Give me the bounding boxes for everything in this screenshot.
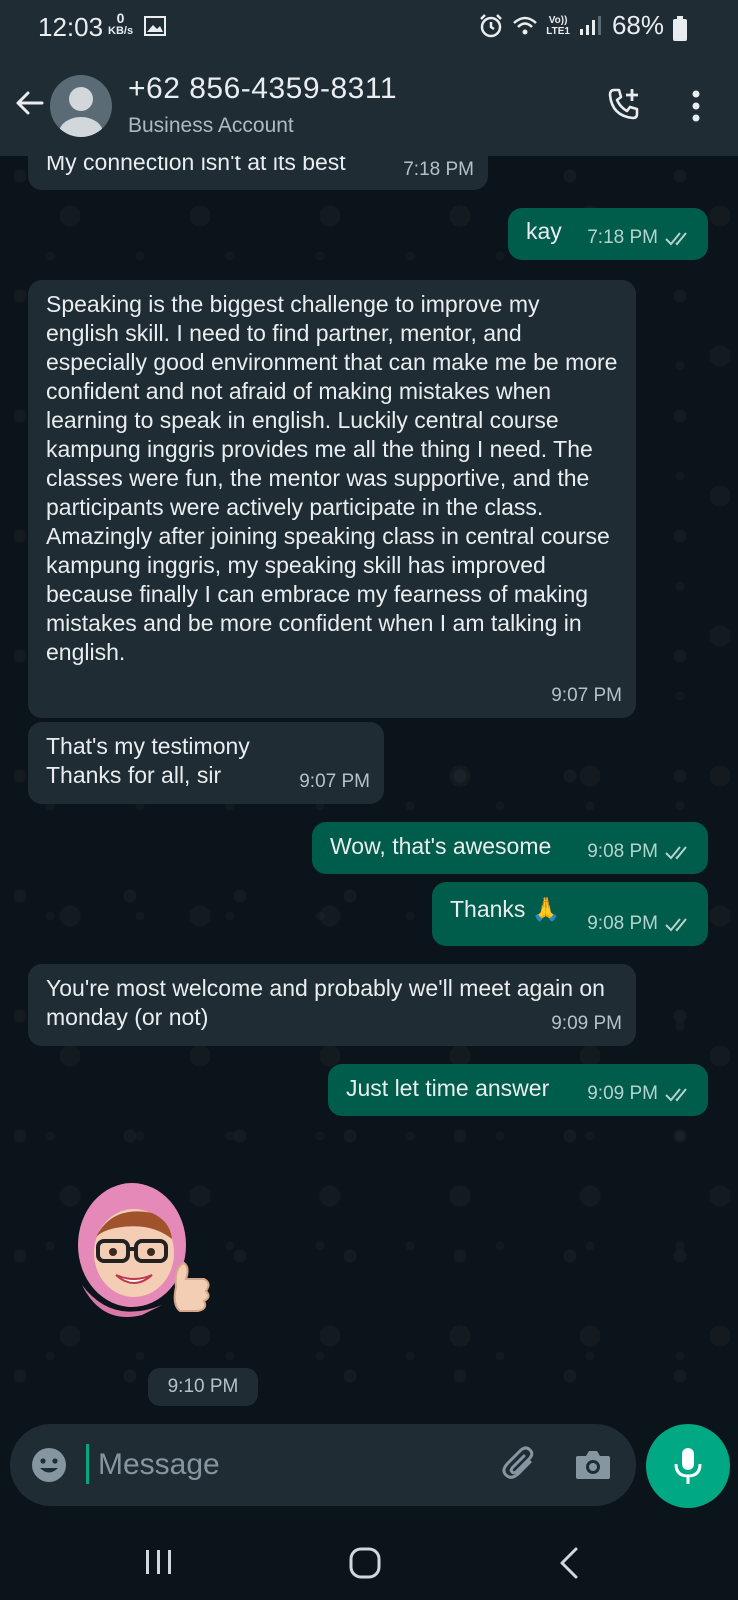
message-meta: 9:09 PM <box>587 1079 694 1108</box>
message-text: Wow, that's awesome <box>330 833 552 859</box>
message-composer <box>10 1424 636 1506</box>
battery-icon <box>673 16 687 41</box>
sticker-time: 9:10 PM <box>148 1368 258 1406</box>
add-call-icon[interactable] <box>606 86 642 122</box>
message-incoming[interactable]: That's my testimony Thanks for all, sir … <box>28 722 384 804</box>
message-text: You're most welcome and probably we'll m… <box>46 975 605 1030</box>
attach-icon[interactable] <box>500 1444 540 1484</box>
alarm-icon <box>480 13 503 37</box>
mic-button[interactable] <box>646 1424 730 1508</box>
status-bar: 12:03 0 KB/s Vo)) LTE1 68% <box>0 0 738 56</box>
system-navigation-bar <box>0 1516 738 1600</box>
net-speed-value: 0 <box>116 10 125 26</box>
lte-indicator: Vo)) LTE1 <box>546 15 570 37</box>
double-check-icon <box>665 917 687 931</box>
message-text: Speaking is the biggest challenge to imp… <box>46 291 618 665</box>
message-outgoing[interactable]: Just let time answer 9:09 PM <box>328 1064 708 1116</box>
message-text: Thanks 🙏 <box>450 896 561 922</box>
message-meta: 9:08 PM <box>587 837 694 866</box>
recent-apps-icon[interactable] <box>142 1548 176 1576</box>
battery-percent: 68% <box>611 10 664 40</box>
message-meta: 9:07 PM <box>551 681 622 710</box>
gallery-icon <box>144 16 166 36</box>
message-incoming[interactable]: You're most welcome and probably we'll m… <box>28 964 636 1046</box>
message-text-line: That's my testimony <box>46 733 250 759</box>
net-speed: 0 KB/s <box>108 10 134 38</box>
message-time: 9:09 PM <box>551 1013 622 1034</box>
message-text: Just let time answer <box>346 1075 550 1101</box>
message-time: 9:08 PM <box>587 913 658 934</box>
status-icons: Vo)) LTE1 68% <box>478 10 664 41</box>
net-speed-unit: KB/s <box>108 25 134 37</box>
contact-subtitle[interactable]: Business Account <box>128 114 294 138</box>
message-time: 7:18 PM <box>403 159 474 180</box>
back-arrow-icon[interactable] <box>12 86 46 120</box>
message-time: 7:18 PM <box>587 227 658 248</box>
nav-back-icon[interactable] <box>558 1546 580 1580</box>
double-check-icon <box>665 1087 687 1101</box>
lte-volte: Vo)) <box>548 14 568 26</box>
text-cursor <box>86 1444 89 1484</box>
avatar[interactable] <box>50 75 112 137</box>
memoji-sticker[interactable] <box>72 1175 222 1325</box>
message-meta: 7:18 PM <box>403 156 474 184</box>
message-input[interactable] <box>96 1438 480 1492</box>
home-icon[interactable] <box>348 1546 382 1580</box>
chat-header: +62 856-4359-8311 Business Account <box>0 56 738 156</box>
message-meta: 7:18 PM <box>587 223 694 252</box>
message-outgoing[interactable]: kay 7:18 PM <box>508 208 708 260</box>
default-avatar-icon <box>59 87 103 137</box>
signal-icon <box>579 15 601 35</box>
status-time: 12:03 <box>38 12 104 42</box>
mic-icon <box>674 1448 702 1484</box>
emoji-icon[interactable] <box>30 1446 68 1484</box>
contact-name[interactable]: +62 856-4359-8311 <box>128 72 397 106</box>
message-meta: 9:08 PM <box>587 909 694 938</box>
message-text: kay <box>526 218 562 244</box>
message-outgoing[interactable]: Thanks 🙏 9:08 PM <box>432 882 708 946</box>
message-time: 9:07 PM <box>551 685 622 706</box>
more-options-icon[interactable] <box>686 86 706 126</box>
message-time: 9:08 PM <box>587 841 658 862</box>
message-time: 9:09 PM <box>587 1083 658 1104</box>
camera-icon[interactable] <box>574 1446 612 1482</box>
double-check-icon <box>665 231 687 245</box>
message-incoming[interactable]: Speaking is the biggest challenge to imp… <box>28 280 636 718</box>
wifi-icon <box>513 16 538 34</box>
message-meta: 9:09 PM <box>551 1009 622 1038</box>
lte-label: LTE1 <box>546 25 570 37</box>
double-check-icon <box>665 845 687 859</box>
message-outgoing[interactable]: Wow, that's awesome 9:08 PM <box>312 822 708 874</box>
message-meta: 9:07 PM <box>299 767 370 796</box>
message-time: 9:07 PM <box>299 771 370 792</box>
